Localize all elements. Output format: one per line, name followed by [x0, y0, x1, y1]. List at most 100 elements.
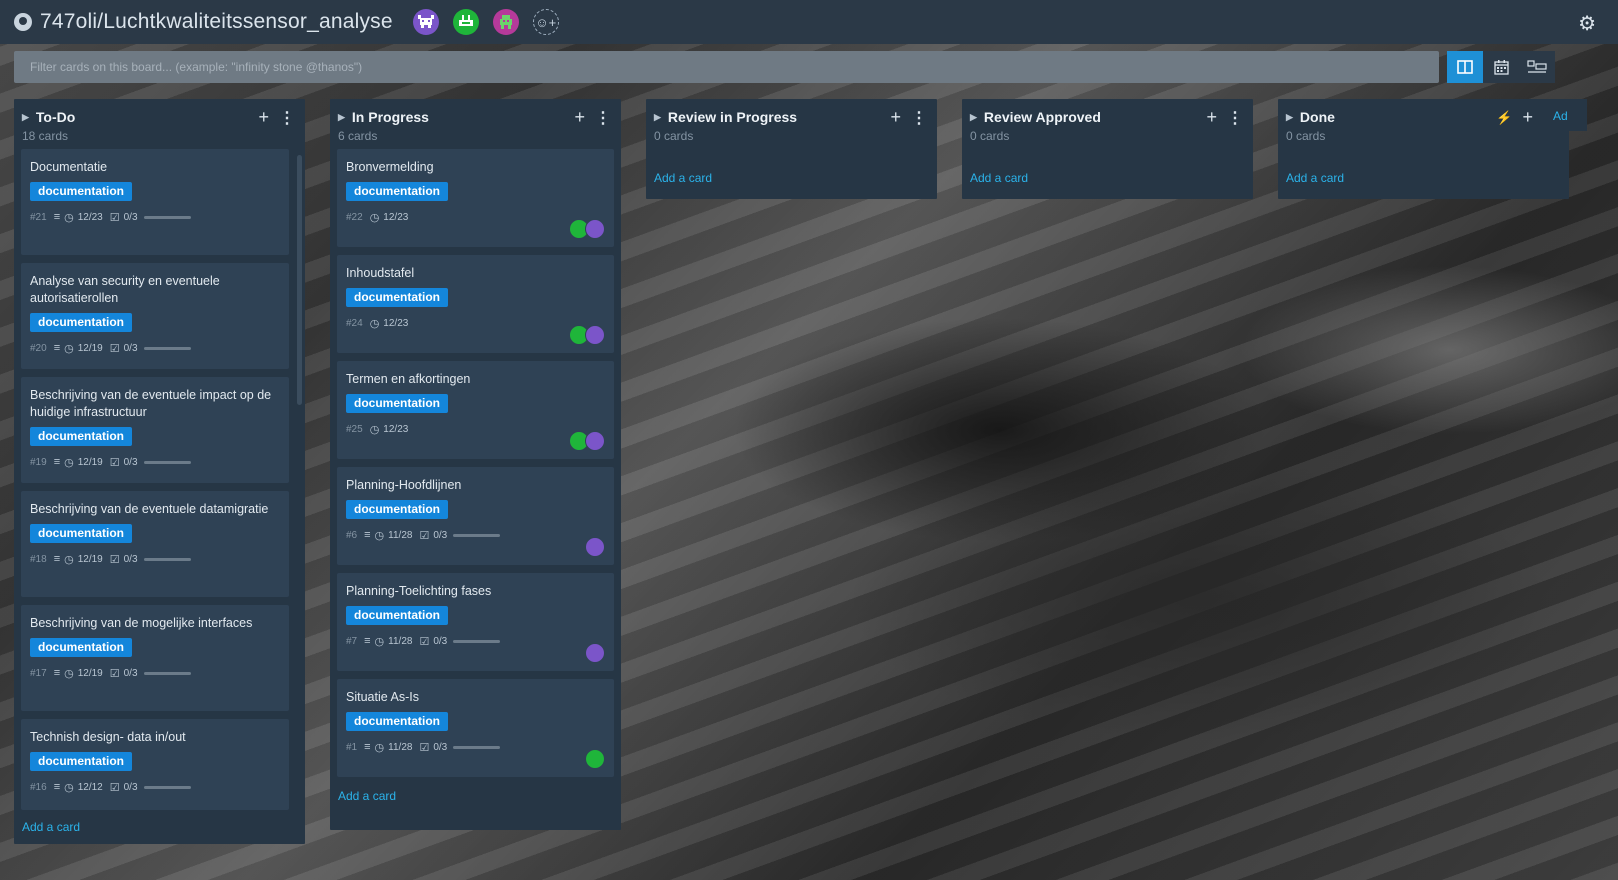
card-number: #22: [346, 211, 363, 223]
card-number: #21: [30, 211, 47, 223]
checklist-icon: ☑: [109, 667, 120, 680]
card-members: [585, 537, 605, 557]
list-done: ▶Done 0 cards ⚡+⋮ Add a card: [1278, 99, 1569, 199]
card[interactable]: Situatie As-Is documentation #1 ≡ ◷ 11/2…: [337, 679, 614, 777]
member-avatar-green[interactable]: [452, 9, 479, 35]
gear-icon[interactable]: ⚙: [1578, 11, 1596, 36]
member-avatar-purple[interactable]: [412, 9, 439, 35]
label-documentation: documentation: [30, 752, 132, 771]
list-title[interactable]: ▶ To-Do: [22, 109, 297, 125]
list-in-progress: ▶ In Progress 6 cards + ⋮ Bronvermelding d…: [330, 99, 621, 830]
list-menu-icon[interactable]: ⋮: [595, 108, 611, 128]
card-meta: #19 ≡ ◷ 12/19 ☑ 0/3: [30, 455, 280, 469]
card-title: Planning-Toelichting fases: [346, 584, 492, 598]
card[interactable]: Beschrijving van de eventuele impact op …: [21, 377, 289, 483]
card-number: #17: [30, 667, 47, 679]
list-title[interactable]: ▶ In Progress: [338, 109, 613, 125]
label-documentation: documentation: [346, 712, 448, 731]
lightning-icon[interactable]: ⚡: [1496, 110, 1512, 126]
clock-icon: ◷: [369, 317, 380, 330]
repo-title[interactable]: 747oli/Luchtkwaliteitssensor_analyse: [40, 10, 393, 34]
add-card-link[interactable]: Add a card: [330, 785, 621, 803]
list-header: ▶Done 0 cards ⚡+⋮: [1278, 99, 1569, 149]
swimlane-view-icon[interactable]: [1519, 51, 1555, 83]
list-review-approved: ▶ Review Approved 0 cards + ⋮ Add a card: [962, 99, 1253, 199]
clock-icon: ◷: [369, 211, 380, 224]
calendar-view-icon[interactable]: [1483, 51, 1519, 83]
card-title: Termen en afkortingen: [346, 372, 471, 386]
caret-right-icon[interactable]: ▶: [970, 112, 977, 123]
add-card-plus-icon[interactable]: +: [258, 107, 269, 128]
add-card-link[interactable]: Add a card: [1278, 149, 1569, 185]
card-members: [585, 643, 605, 663]
member-avatar-purple[interactable]: [585, 219, 605, 239]
checklist-count: 0/3: [433, 635, 448, 647]
description-icon: ≡: [53, 456, 61, 468]
caret-right-icon[interactable]: ▶: [22, 112, 29, 123]
card[interactable]: Analyse van security en eventuele autori…: [21, 263, 289, 369]
list-title[interactable]: ▶ Review in Progress: [654, 109, 929, 125]
checklist-progress: [143, 460, 191, 464]
description-icon: ≡: [53, 667, 61, 679]
description-icon: ≡: [53, 342, 61, 354]
card-number: #6: [346, 529, 358, 541]
member-avatar-green[interactable]: [585, 749, 605, 769]
card[interactable]: Bronvermelding documentation #22 ◷ 12/23: [337, 149, 614, 247]
member-avatar-purple[interactable]: [585, 643, 605, 663]
clock-icon: ◷: [374, 635, 385, 648]
filter-input[interactable]: [14, 51, 1439, 83]
caret-right-icon[interactable]: ▶: [1286, 112, 1293, 123]
list-menu-icon[interactable]: ⋮: [911, 108, 927, 128]
card[interactable]: Termen en afkortingen documentation #25 …: [337, 361, 614, 459]
label-documentation: documentation: [30, 638, 132, 657]
member-avatar-purple[interactable]: [585, 431, 605, 451]
due-date: 12/23: [383, 317, 409, 329]
card[interactable]: Inhoudstafel documentation #24 ◷ 12/23: [337, 255, 614, 353]
caret-right-icon[interactable]: ▶: [654, 112, 661, 123]
checklist-progress: [143, 785, 191, 789]
checklist-icon: ☑: [109, 456, 120, 469]
clock-icon: ◷: [64, 211, 74, 224]
due-date: 12/23: [383, 211, 409, 223]
label-documentation: documentation: [30, 182, 132, 201]
card[interactable]: Planning-Hoofdlijnen documentation #6 ≡ …: [337, 467, 614, 565]
add-card-link[interactable]: Add a card: [646, 149, 937, 185]
add-card-plus-icon[interactable]: +: [890, 107, 901, 128]
add-member-icon[interactable]: ☺+: [532, 9, 559, 35]
card[interactable]: Technish design- data in/out documentati…: [21, 719, 289, 810]
list-scrollbar[interactable]: [297, 155, 302, 405]
add-card-link[interactable]: Add a card: [14, 818, 305, 834]
due-date: 12/23: [383, 423, 409, 435]
list-menu-icon[interactable]: ⋮: [279, 108, 295, 128]
board-view-icon[interactable]: [1447, 51, 1483, 83]
add-card-link[interactable]: Add a card: [962, 149, 1253, 185]
view-switcher: [1447, 51, 1555, 83]
card[interactable]: Documentatie documentation #21 ≡ ◷ 12/23…: [21, 149, 289, 255]
list-menu-icon[interactable]: ⋮: [1227, 108, 1243, 128]
member-avatar-purple[interactable]: [585, 537, 605, 557]
card-title: Inhoudstafel: [346, 266, 415, 280]
label-documentation: documentation: [346, 394, 448, 413]
caret-right-icon[interactable]: ▶: [338, 112, 345, 123]
clock-icon: ◷: [64, 667, 74, 680]
card[interactable]: Beschrijving van de eventuele datamigrat…: [21, 491, 289, 597]
card-members: [569, 325, 605, 345]
add-list-button[interactable]: Ad: [1547, 99, 1587, 131]
add-card-plus-icon[interactable]: +: [1522, 107, 1533, 128]
card[interactable]: Beschrijving van de mogelijke interfaces…: [21, 605, 289, 711]
card-meta: #18 ≡ ◷ 12/19 ☑ 0/3: [30, 552, 280, 566]
card-meta: #17 ≡ ◷ 12/19 ☑ 0/3: [30, 666, 280, 680]
card-number: #19: [30, 456, 47, 468]
member-avatar-purple[interactable]: [585, 325, 605, 345]
list-header: ▶ Review in Progress 0 cards + ⋮: [646, 99, 937, 149]
checklist-progress: [453, 745, 501, 749]
add-card-plus-icon[interactable]: +: [1206, 107, 1217, 128]
card-meta: #6 ≡ ◷ 11/28 ☑ 0/3: [346, 528, 605, 542]
checklist-count: 0/3: [123, 781, 138, 793]
card-meta: #7 ≡ ◷ 11/28 ☑ 0/3: [346, 634, 605, 648]
checklist-progress: [143, 215, 191, 219]
list-title[interactable]: ▶ Review Approved: [970, 109, 1245, 125]
card[interactable]: Planning-Toelichting fases documentation…: [337, 573, 614, 671]
member-avatar-pink[interactable]: [492, 9, 519, 35]
add-card-plus-icon[interactable]: +: [574, 107, 585, 128]
